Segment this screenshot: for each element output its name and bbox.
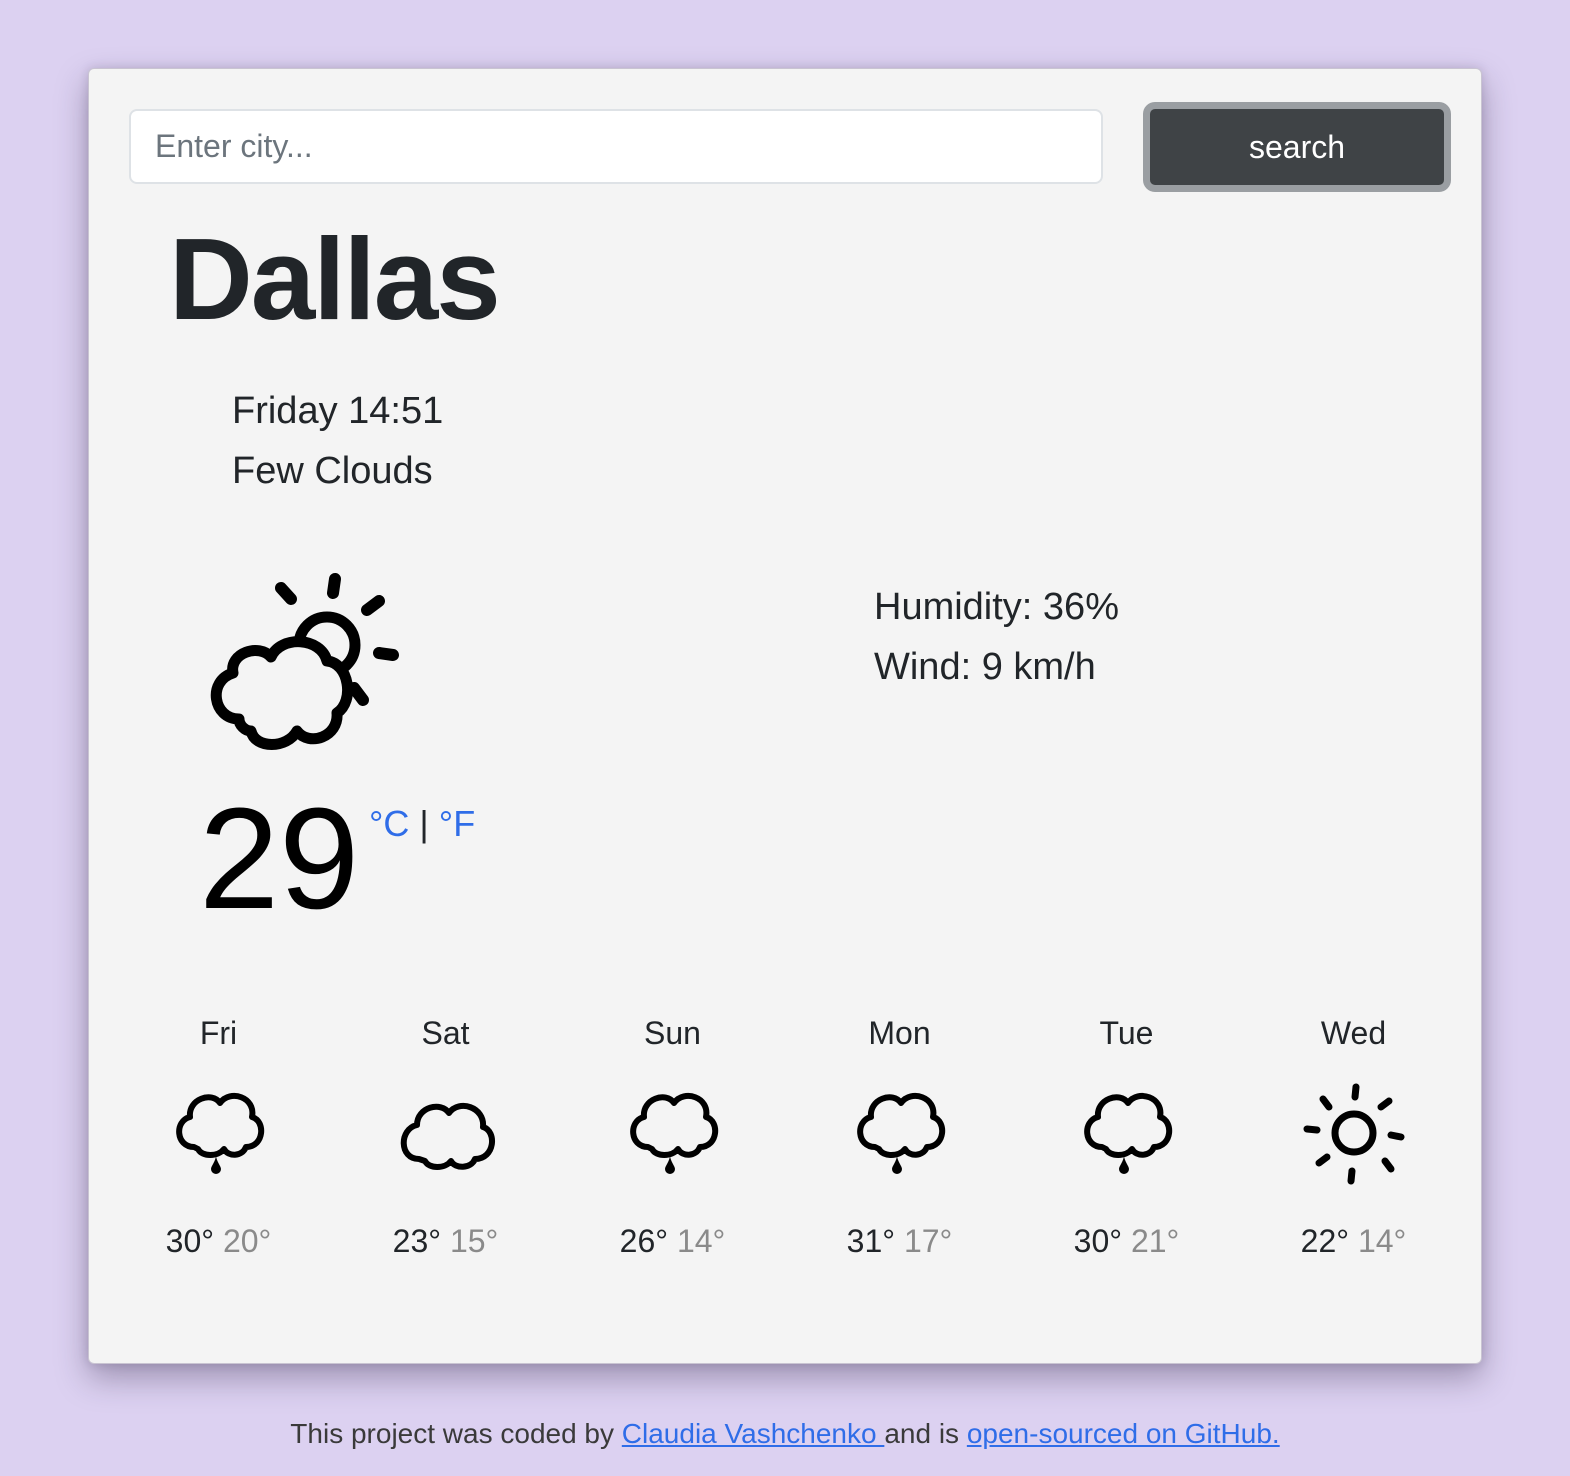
forecast-temps: 31° 17° <box>786 1221 1013 1261</box>
forecast-day-name: Sat <box>421 1015 470 1051</box>
fahrenheit-link[interactable]: °F <box>439 803 475 844</box>
forecast-temps: 22° 14° <box>1240 1221 1467 1261</box>
footer-middle: and is <box>884 1418 967 1449</box>
forecast-max: 23° <box>392 1223 442 1259</box>
search-button[interactable]: search <box>1143 102 1451 192</box>
forecast-max: 30° <box>165 1223 215 1259</box>
footer: This project was coded by Claudia Vashch… <box>0 1418 1570 1450</box>
rain-icon <box>629 1092 718 1174</box>
forecast-temps: 26° 14° <box>559 1221 786 1261</box>
forecast-day: Wed 22° 14° <box>1240 1013 1467 1261</box>
celsius-link[interactable]: °C <box>369 803 409 844</box>
unit-toggle: °C | °F <box>369 803 475 845</box>
forecast-day-name: Fri <box>199 1015 238 1051</box>
forecast-max: 22° <box>1300 1223 1350 1259</box>
current-meta: Friday 14:51 Few Clouds <box>232 381 443 501</box>
forecast-day: Sat 23° 15° <box>332 1013 559 1261</box>
forecast-temps: 30° 20° <box>105 1221 332 1261</box>
forecast-temps: 30° 21° <box>1013 1221 1240 1261</box>
weather-details: Humidity: 36% Wind: 9 km/h <box>874 577 1119 697</box>
forecast-day-name: Tue <box>1099 1015 1154 1051</box>
city-name: Dallas <box>169 214 501 344</box>
current-temperature: 29 <box>199 778 360 939</box>
weather-description: Few Clouds <box>232 450 433 492</box>
forecast-max: 31° <box>846 1223 896 1259</box>
forecast-day-name: Wed <box>1320 1015 1387 1051</box>
forecast-min: 20° <box>222 1223 272 1259</box>
rain-icon <box>1083 1092 1172 1174</box>
city-search-input[interactable] <box>129 109 1103 184</box>
forecast-max: 26° <box>619 1223 669 1259</box>
few-clouds-icon <box>210 573 399 750</box>
rain-icon <box>175 1092 264 1174</box>
forecast-min: 15° <box>449 1223 499 1259</box>
github-link[interactable]: open-sourced on GitHub. <box>967 1418 1280 1449</box>
humidity-value: Humidity: 36% <box>874 586 1119 628</box>
forecast-day: Mon 31° 17° <box>786 1013 1013 1261</box>
unit-separator: | <box>419 803 429 844</box>
footer-prefix: This project was coded by <box>290 1418 622 1449</box>
forecast-max: 30° <box>1073 1223 1123 1259</box>
cloud-icon <box>400 1102 495 1170</box>
rain-icon <box>856 1092 945 1174</box>
sun-icon <box>1303 1083 1404 1185</box>
current-datetime: Friday 14:51 <box>232 390 444 432</box>
forecast-list: Fri 30° 20° Sat 23° 15° Sun 26° 14° Mon … <box>105 1013 1467 1261</box>
forecast-min: 14° <box>1357 1223 1407 1259</box>
author-link[interactable]: Claudia Vashchenko <box>622 1418 885 1449</box>
forecast-day-name: Mon <box>868 1015 931 1051</box>
forecast-temps: 23° 15° <box>332 1221 559 1261</box>
wind-value: Wind: 9 km/h <box>874 646 1096 688</box>
forecast-min: 14° <box>676 1223 726 1259</box>
forecast-min: 17° <box>903 1223 953 1259</box>
forecast-day-name: Sun <box>644 1015 701 1051</box>
forecast-day: Fri 30° 20° <box>105 1013 332 1261</box>
forecast-day: Tue 30° 21° <box>1013 1013 1240 1261</box>
forecast-min: 21° <box>1130 1223 1180 1259</box>
weather-card: search Dallas Friday 14:51 Few Clouds 29… <box>88 68 1482 1364</box>
forecast-day: Sun 26° 14° <box>559 1013 786 1261</box>
